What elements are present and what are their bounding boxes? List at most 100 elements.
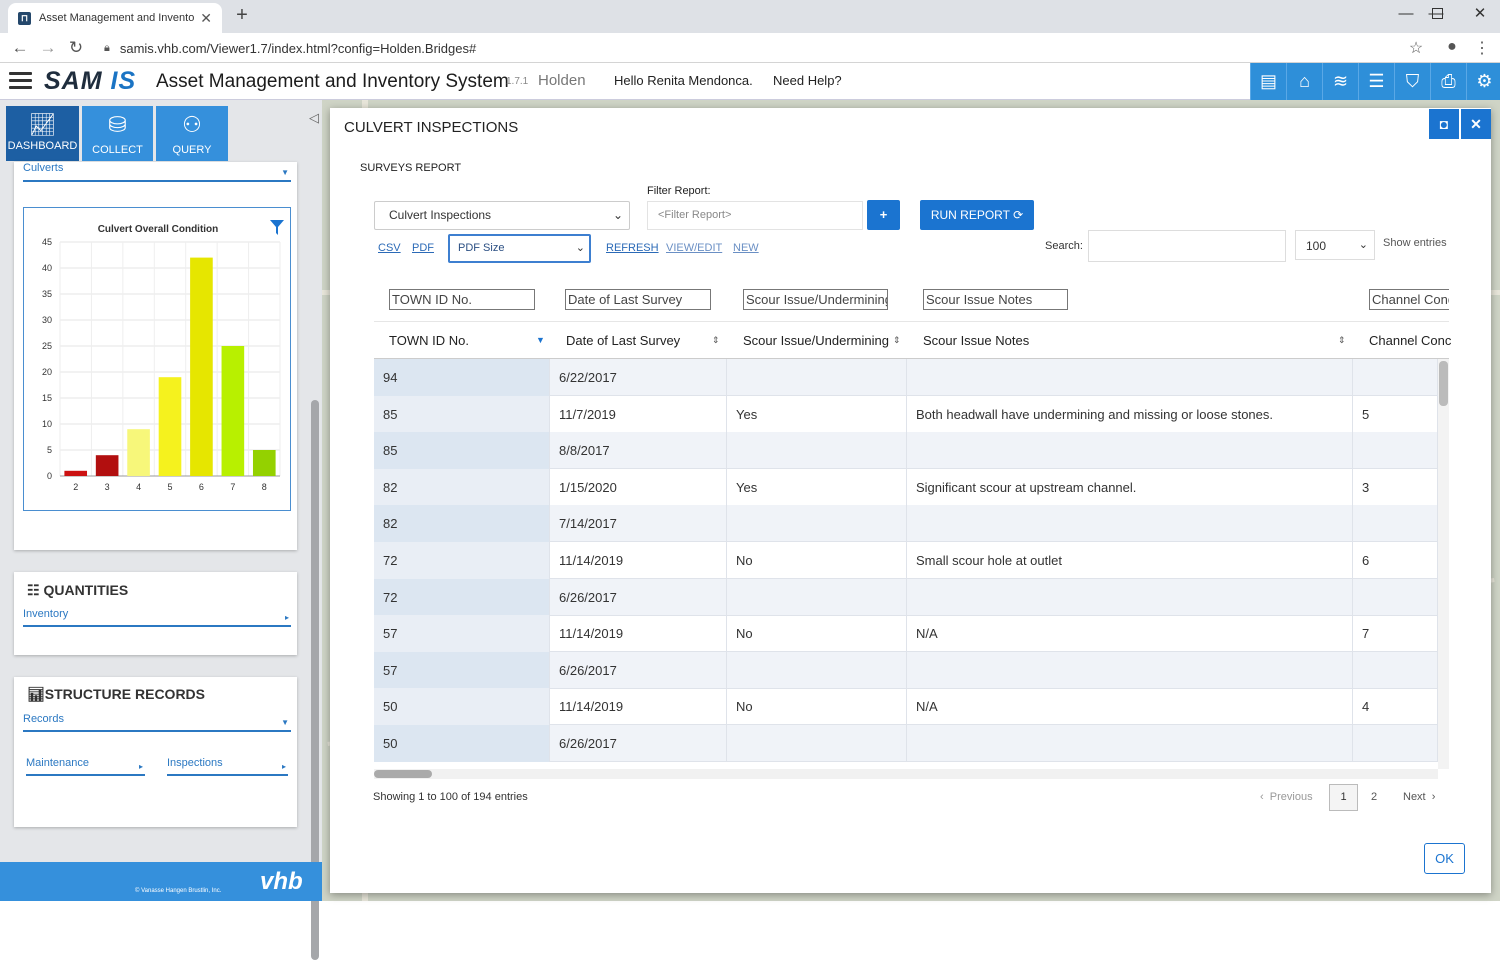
table-cell: 8/8/2017 — [550, 432, 727, 470]
report-select[interactable]: Culvert Inspections ⌄ — [374, 201, 630, 230]
list-icon[interactable]: ☰ — [1358, 63, 1394, 100]
table-row[interactable]: 82 1/15/2020 Yes Significant scour at upstr… — [374, 468, 1438, 506]
col-channel[interactable]: Channel Conc — [1369, 333, 1451, 348]
inventory-dropdown[interactable]: Inventory ▸ — [23, 608, 291, 627]
table-cell: 94 — [374, 359, 550, 396]
chart-bar — [127, 429, 150, 476]
x-tick-label: 4 — [136, 482, 141, 492]
menu-dots-icon[interactable]: ⋮ — [1471, 38, 1493, 58]
nav-collect[interactable]: ⛁ COLLECT — [82, 106, 153, 161]
filter-date[interactable]: Date of Last Survey — [565, 289, 711, 310]
col-date[interactable]: Date of Last Survey — [566, 333, 680, 348]
table-vertical-scrollbar[interactable] — [1438, 359, 1449, 769]
filter-scour-notes[interactable]: Scour Issue Notes — [923, 289, 1068, 310]
lock-icon: 🔒︎ — [104, 41, 110, 54]
table-row[interactable]: 85 11/7/2019 Yes Both headwall have undermi… — [374, 395, 1438, 433]
address-bar: ← → ↻ 🔒︎ samis.vhb.com/Viewer1.7/index.h… — [0, 33, 1500, 63]
pdf-link[interactable]: PDF — [412, 242, 434, 254]
collapse-sidebar-icon[interactable]: ◁ — [309, 110, 319, 126]
table-row[interactable]: 94 6/22/2017 — [374, 359, 1438, 396]
new-link[interactable]: NEW — [733, 242, 759, 254]
entries-select[interactable]: 100 ⌄ — [1295, 230, 1375, 260]
y-tick-label: 40 — [42, 263, 52, 273]
filter-town-id[interactable]: TOWN ID No. — [389, 289, 535, 310]
table-row[interactable]: 72 6/26/2017 — [374, 578, 1438, 616]
page-2-button[interactable]: 2 — [1371, 791, 1377, 803]
help-link[interactable]: Need Help? — [773, 73, 842, 88]
nav-query[interactable]: ⚇ QUERY — [156, 106, 228, 161]
refresh-link[interactable]: REFRESH — [606, 242, 659, 254]
table-row[interactable]: 50 6/26/2017 — [374, 725, 1438, 762]
sort-icon[interactable]: ⇕ — [1338, 335, 1346, 346]
table-row[interactable]: 57 6/26/2017 — [374, 651, 1438, 689]
y-tick-label: 20 — [42, 367, 52, 377]
sort-desc-icon[interactable]: ▼ — [536, 335, 545, 345]
reload-icon[interactable]: ↻ — [64, 36, 88, 60]
nav-dashboard-label: DASHBOARD — [7, 140, 78, 152]
url-field[interactable]: 🔒︎ samis.vhb.com/Viewer1.7/index.html?co… — [104, 37, 1434, 59]
run-report-button[interactable]: RUN REPORT ⟳ — [920, 200, 1034, 230]
table-cell: Yes — [727, 395, 907, 433]
filter-scour[interactable]: Scour Issue/Undermining — [743, 289, 888, 310]
search-input[interactable] — [1088, 230, 1286, 262]
profile-icon[interactable]: ● — [1441, 38, 1463, 56]
minimize-icon-2[interactable]: — — [1386, 2, 1426, 26]
table-row[interactable]: 85 8/8/2017 — [374, 432, 1438, 470]
home-icon[interactable]: ⌂ — [1286, 63, 1322, 100]
table-row[interactable]: 82 7/14/2017 — [374, 505, 1438, 543]
pdf-size-select[interactable]: PDF Size ⌄ — [448, 234, 591, 263]
sort-icon[interactable]: ⇕ — [712, 335, 720, 346]
col-scour[interactable]: Scour Issue/Undermining — [743, 333, 889, 348]
graduation-cap-icon[interactable]: ⛉ — [1394, 63, 1430, 100]
forward-icon[interactable]: → — [36, 36, 60, 60]
col-scour-notes[interactable]: Scour Issue Notes — [923, 333, 1029, 348]
browser-tab[interactable]: ⊓ Asset Management and Inventor ✕ — [8, 3, 222, 33]
back-icon[interactable]: ← — [8, 36, 32, 60]
new-tab-icon[interactable]: + — [232, 4, 252, 27]
category-dropdown[interactable]: Culverts ▼ — [23, 162, 291, 182]
settings-gear-icon[interactable]: ⚙ — [1466, 63, 1500, 100]
chart-bar — [64, 470, 88, 476]
table-row[interactable]: 50 11/14/2019 No N/A 4 — [374, 688, 1438, 726]
filter-report-input[interactable]: <Filter Report> — [647, 201, 863, 230]
nav-dashboard[interactable]: 📈︎ DASHBOARD — [6, 106, 79, 161]
csv-link[interactable]: CSV — [378, 242, 401, 254]
next-page-button[interactable]: Next › — [1403, 791, 1435, 803]
maintenance-link[interactable]: Maintenance ▸ — [26, 757, 145, 776]
filter-channel[interactable]: Channel Condition — [1369, 289, 1449, 310]
table-row[interactable]: 72 11/14/2019 No Small scour hole at outlet… — [374, 542, 1438, 579]
table-cell: 5 — [1353, 395, 1438, 433]
table-cell — [907, 432, 1353, 470]
view-edit-link[interactable]: VIEW/EDIT — [666, 242, 722, 254]
previous-page-button[interactable]: ‹ Previous — [1260, 791, 1313, 803]
tab-close-icon[interactable]: ✕ — [200, 10, 212, 27]
chart-bar — [190, 257, 213, 476]
nav-query-label: QUERY — [172, 144, 212, 156]
y-tick-label: 45 — [42, 237, 52, 247]
dropdown-arrow-icon: ▼ — [281, 718, 289, 727]
add-filter-button[interactable]: + — [867, 200, 900, 230]
records-link: Records — [23, 713, 64, 725]
page-1-button[interactable]: 1 — [1329, 784, 1358, 811]
maximize-modal-icon[interactable]: ◘ — [1429, 109, 1459, 139]
chevron-down-icon: ⌄ — [575, 242, 585, 254]
table-cell — [1353, 432, 1438, 470]
close-modal-icon[interactable]: ✕ — [1461, 109, 1491, 139]
ok-button[interactable]: OK — [1424, 843, 1465, 874]
col-town-id[interactable]: TOWN ID No. — [389, 333, 469, 348]
table-cell — [727, 359, 907, 396]
sort-icon[interactable]: ⇕ — [893, 335, 901, 346]
inspections-link[interactable]: Inspections ▸ — [167, 757, 288, 776]
report-icon[interactable]: ▤ — [1250, 63, 1286, 100]
records-dropdown[interactable]: Records ▼ — [23, 713, 291, 732]
table-row[interactable]: 57 11/14/2019 No N/A 7 — [374, 615, 1438, 653]
table-horizontal-scrollbar[interactable] — [374, 769, 1438, 779]
window-close-icon[interactable]: ✕ — [1460, 2, 1500, 26]
print-icon[interactable]: ⎙ — [1430, 63, 1466, 100]
restore-window-icon[interactable] — [1432, 8, 1443, 19]
hamburger-menu-icon[interactable] — [9, 72, 32, 90]
table-cell — [1353, 651, 1438, 689]
layers-icon[interactable]: ≋ — [1322, 63, 1358, 100]
table-cell — [727, 432, 907, 470]
bookmark-star-icon[interactable]: ☆ — [1405, 38, 1427, 58]
